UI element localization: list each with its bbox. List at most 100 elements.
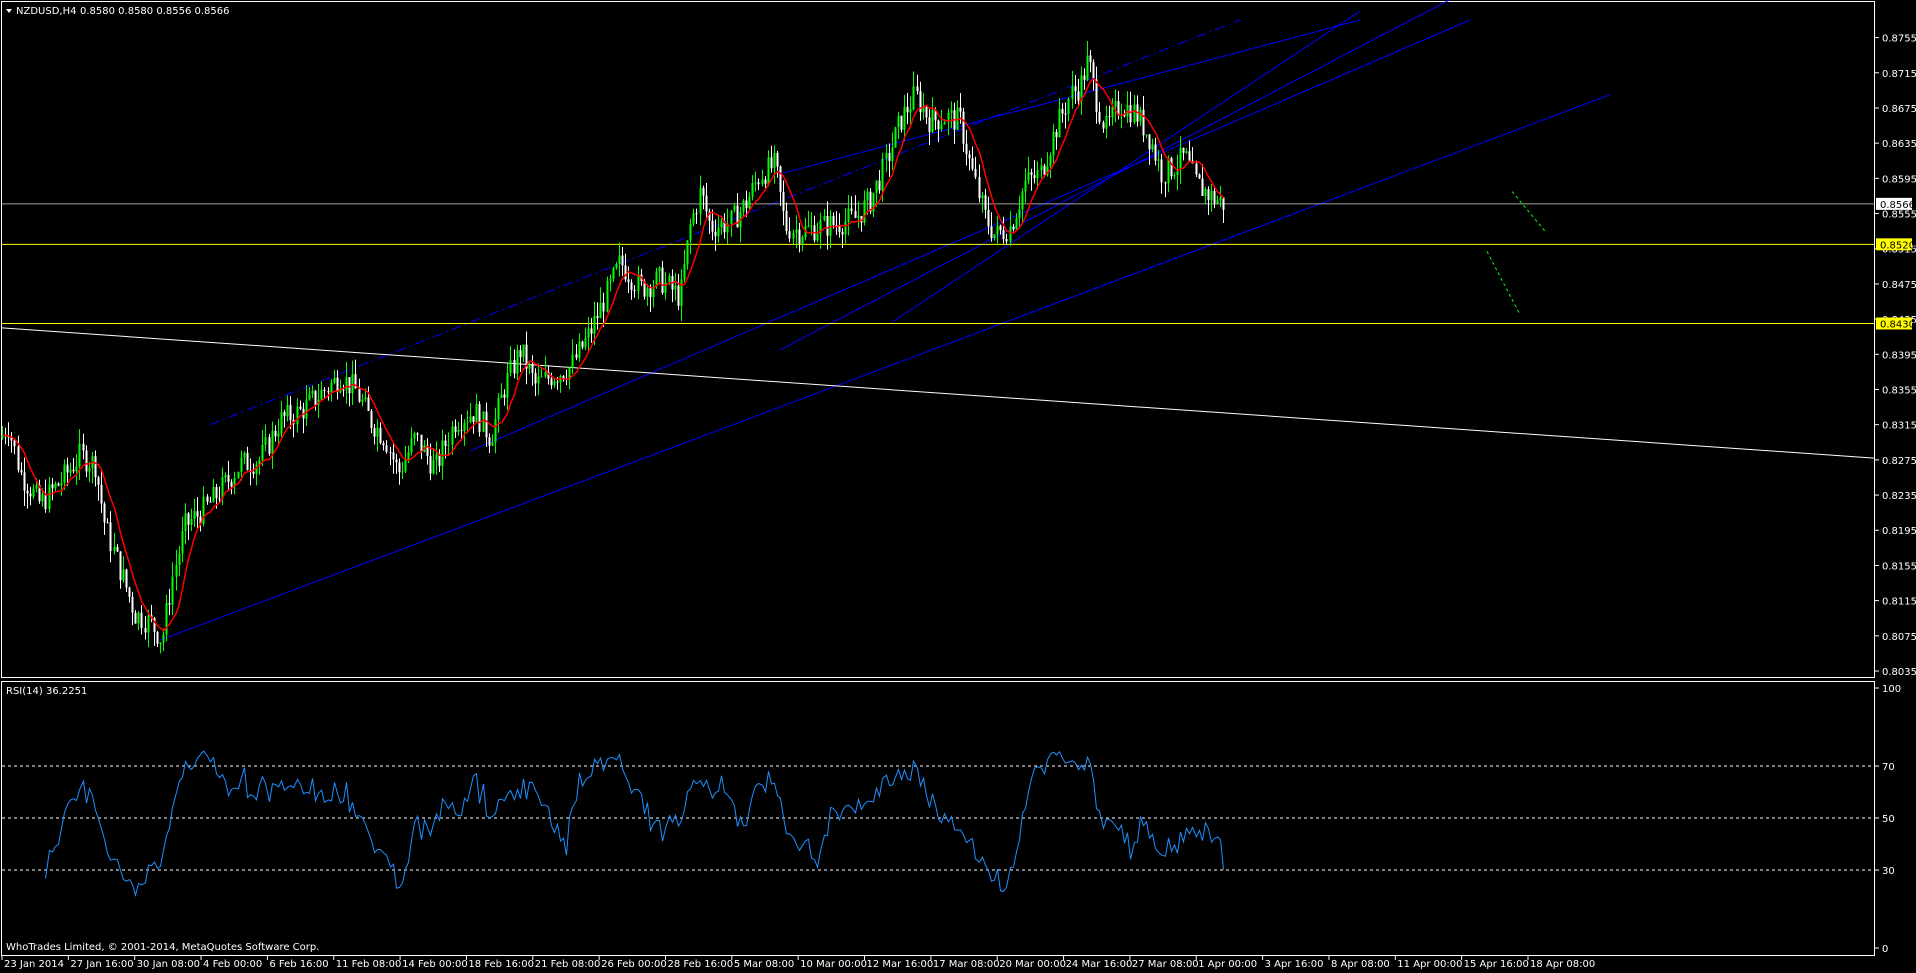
trading-chart[interactable]: 0.87550.87150.86750.86350.85950.85550.85… <box>0 0 1916 973</box>
projection-lines[interactable] <box>1486 191 1546 315</box>
candle-body <box>1036 170 1039 179</box>
candle-body <box>469 416 472 422</box>
price-tag-label: 0.8520 <box>1880 240 1915 251</box>
candle-body <box>116 546 119 552</box>
symbol-label: NZDUSD,H4 <box>16 6 76 17</box>
candle-body <box>785 210 788 232</box>
candle-body <box>457 429 460 433</box>
candle-body <box>88 468 91 472</box>
candle-body <box>792 232 795 239</box>
candle-body <box>624 265 627 280</box>
candle-body <box>850 208 853 211</box>
candle-body <box>361 399 364 402</box>
candle-body <box>1058 108 1061 138</box>
candle-body <box>888 152 891 162</box>
candle-body <box>227 475 230 482</box>
time-tick-label: 5 Mar 08:00 <box>734 959 794 970</box>
candle-body <box>1222 197 1225 210</box>
candle-body <box>237 471 240 479</box>
candle-body <box>1142 109 1145 136</box>
candle-body <box>745 200 748 209</box>
candle-body <box>540 376 543 378</box>
candle-body <box>630 282 633 290</box>
candle-body <box>35 485 38 489</box>
price-tick-label: 0.8635 <box>1882 139 1916 150</box>
candle-body <box>751 182 754 197</box>
candle-body <box>32 488 35 497</box>
candle-body <box>57 483 60 486</box>
candle-body <box>531 364 534 373</box>
candle-body <box>187 513 190 525</box>
candle-body <box>404 459 407 472</box>
candle-body <box>596 316 599 319</box>
candle-body <box>593 316 596 334</box>
candle-body <box>60 482 63 486</box>
candle-body <box>1052 131 1055 156</box>
candle-body <box>1182 147 1185 153</box>
candle-body <box>243 452 246 458</box>
candle-body <box>1173 175 1176 177</box>
candle-body <box>162 634 165 643</box>
candle-body <box>494 418 497 443</box>
candle-body <box>516 350 519 374</box>
candle-body <box>432 460 435 474</box>
candle-body <box>996 225 999 235</box>
projection-line <box>1486 251 1521 315</box>
candle-body <box>209 501 212 503</box>
candle-body <box>193 511 196 520</box>
candle-body <box>103 503 106 523</box>
horizontal-levels[interactable] <box>2 203 1874 325</box>
candle-body <box>1074 86 1077 92</box>
candle-body <box>606 280 609 312</box>
candle-body <box>1210 191 1213 201</box>
candle-body <box>959 107 962 112</box>
candle-body <box>1102 122 1105 129</box>
candle-body <box>1219 197 1222 201</box>
candle-body <box>658 267 661 272</box>
ma-line <box>2 77 1225 632</box>
candle-body <box>664 282 667 293</box>
candle-body <box>863 200 866 223</box>
candle-body <box>370 410 373 429</box>
time-tick-label: 28 Feb 16:00 <box>667 959 733 970</box>
candle-body <box>900 115 903 130</box>
candle-body <box>795 229 798 233</box>
candle-body <box>168 603 171 605</box>
candle-body <box>680 279 683 306</box>
candle-body <box>810 225 813 227</box>
trendlines[interactable] <box>1 0 1875 641</box>
candle-body <box>395 459 398 463</box>
candle-body <box>587 328 590 338</box>
candle-body <box>215 486 218 499</box>
candle-body <box>826 215 829 236</box>
time-tick-label: 27 Mar 08:00 <box>1132 959 1199 970</box>
candle-body <box>875 180 878 193</box>
candle-body <box>20 469 23 473</box>
candle-body <box>491 442 494 446</box>
time-tick-label: 11 Feb 08:00 <box>336 959 402 970</box>
candle-body <box>571 354 574 368</box>
candle-body <box>333 377 336 383</box>
candle-body <box>230 481 233 487</box>
price-tag-label: 0.8430 <box>1880 320 1915 331</box>
candle-body <box>999 225 1002 231</box>
candle-body <box>1095 79 1098 113</box>
candle-body <box>134 612 137 624</box>
candle-body <box>689 223 692 241</box>
candle-body <box>1154 144 1157 161</box>
candle-body <box>48 484 51 510</box>
time-tick-label: 27 Jan 16:00 <box>70 959 133 970</box>
candle-body <box>736 205 739 228</box>
candlestick-series <box>1 41 1225 654</box>
candle-body <box>1157 159 1160 161</box>
candle-body <box>1055 131 1058 138</box>
candle-body <box>1002 230 1005 240</box>
candle-body <box>500 394 503 398</box>
candle-body <box>482 411 485 432</box>
candle-body <box>1077 91 1080 101</box>
price-tick-label: 0.8195 <box>1882 526 1916 537</box>
candle-body <box>1151 144 1154 150</box>
triangle-down-icon[interactable] <box>6 9 12 13</box>
candle-body <box>916 86 919 92</box>
candle-body <box>401 471 404 473</box>
